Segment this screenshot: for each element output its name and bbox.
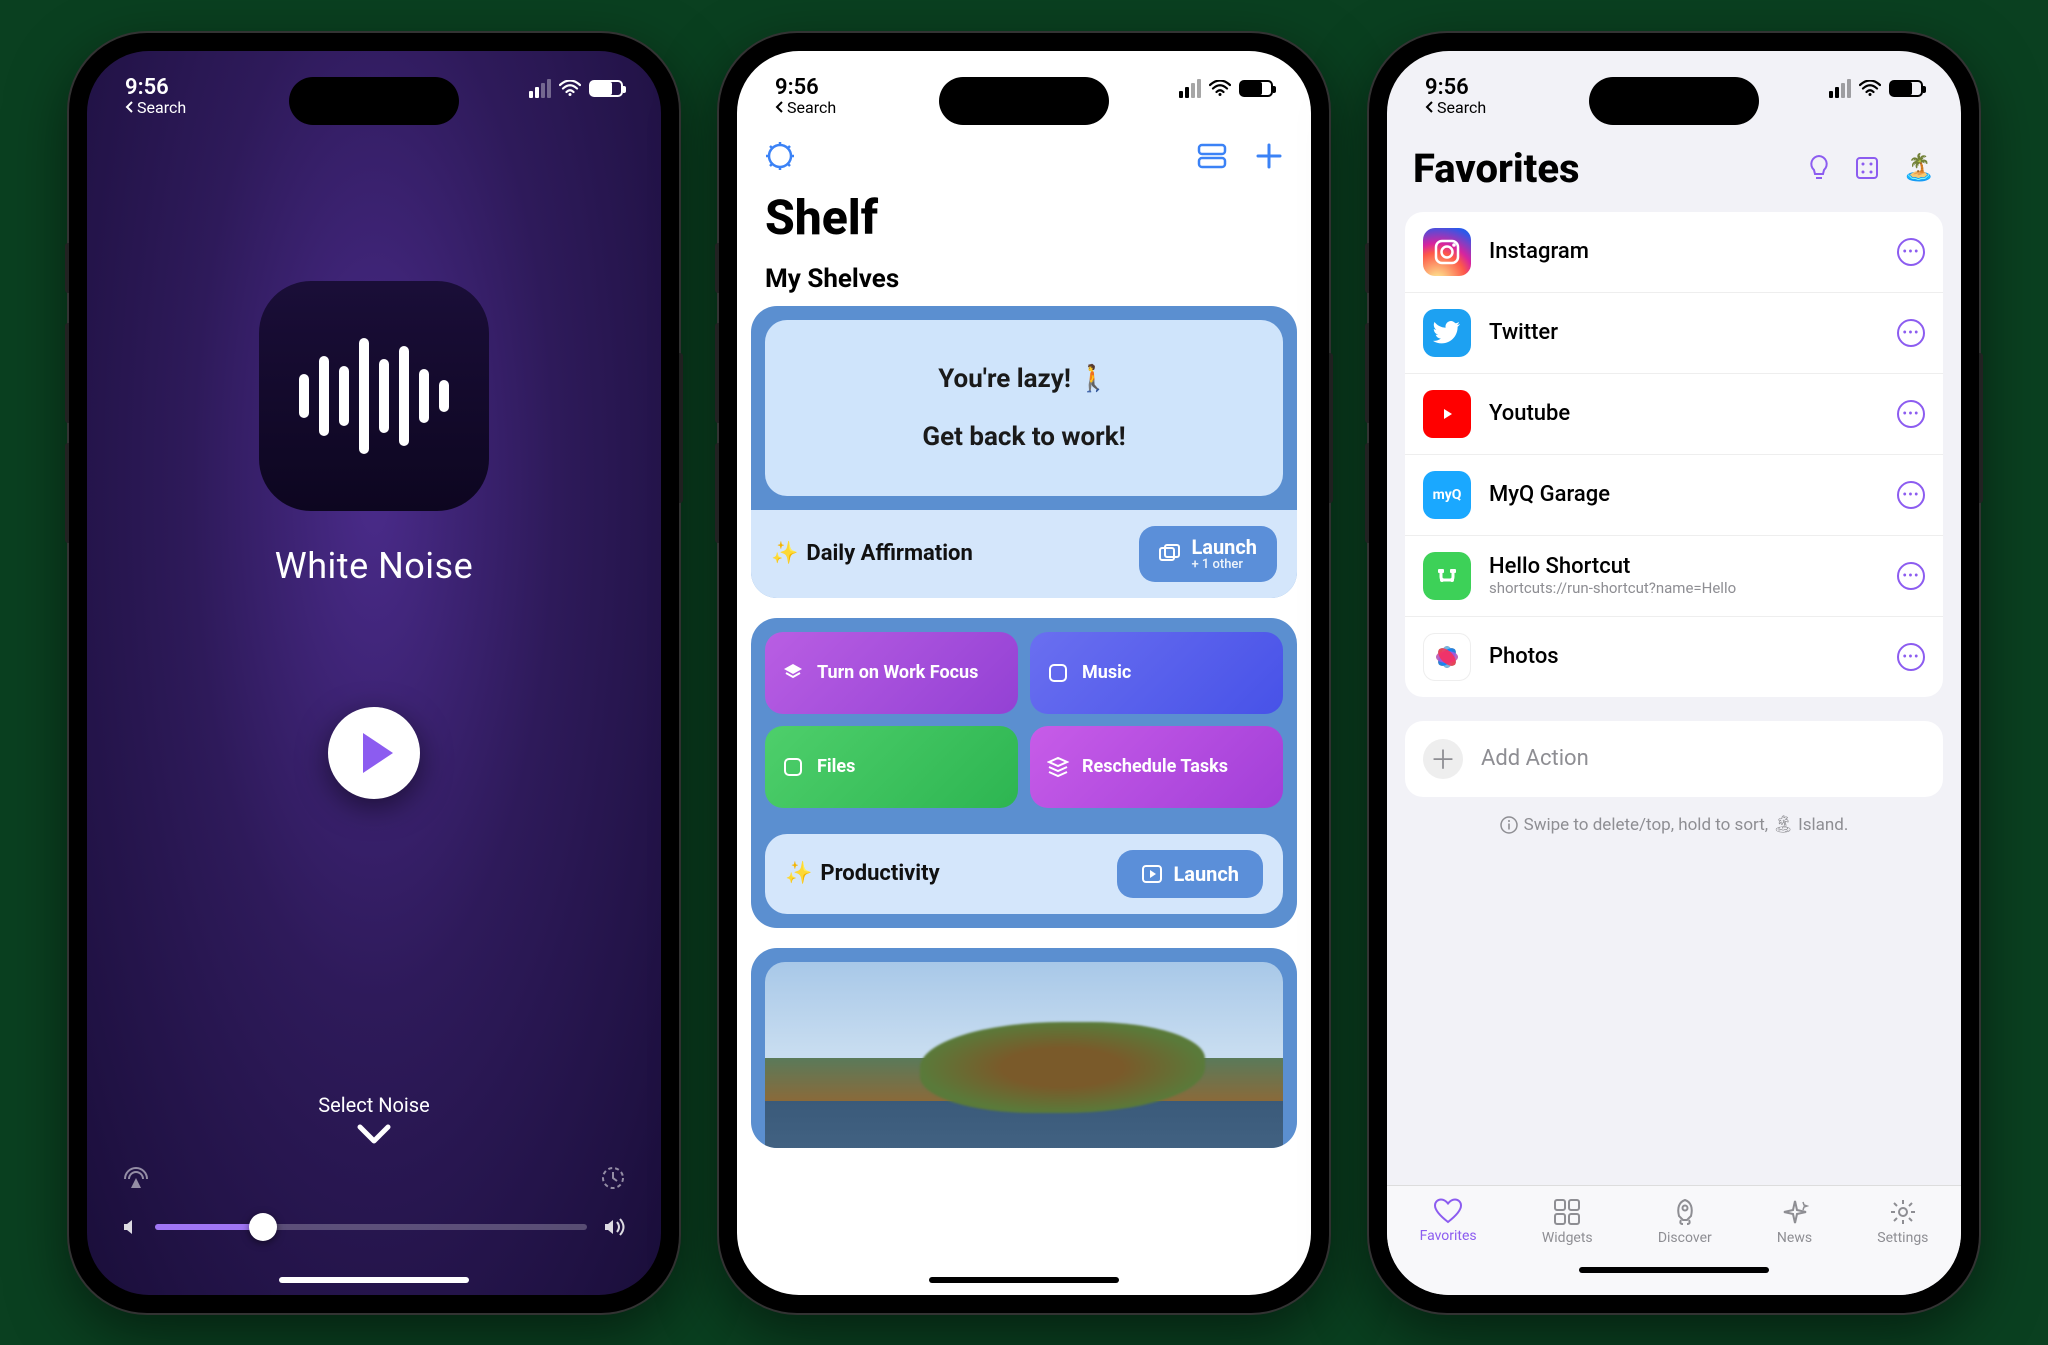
bulb-icon[interactable] bbox=[1807, 154, 1831, 182]
heart-icon bbox=[1433, 1198, 1463, 1224]
landscape-photo bbox=[765, 962, 1283, 1148]
tile-work-focus[interactable]: Turn on Work Focus bbox=[765, 632, 1018, 714]
signal-icon bbox=[1829, 79, 1851, 98]
more-icon[interactable]: ••• bbox=[1897, 562, 1925, 590]
sparkle-icon bbox=[1781, 1198, 1809, 1226]
back-search[interactable]: Search bbox=[1425, 98, 1486, 117]
home-indicator[interactable] bbox=[929, 1277, 1119, 1283]
play-square-icon bbox=[1141, 864, 1163, 884]
wifi-icon bbox=[1859, 80, 1881, 96]
island-icon[interactable]: 🏝️ bbox=[1903, 153, 1935, 183]
add-icon[interactable] bbox=[1255, 142, 1283, 170]
page-title: Favorites bbox=[1413, 145, 1580, 192]
tab-discover[interactable]: Discover bbox=[1658, 1198, 1712, 1246]
more-icon[interactable]: ••• bbox=[1897, 643, 1925, 671]
gear-icon bbox=[1889, 1198, 1917, 1226]
shelf-name: Productivity bbox=[820, 861, 939, 886]
stack-icon bbox=[1046, 755, 1070, 779]
launch-icon bbox=[1159, 544, 1181, 564]
settings-icon[interactable] bbox=[765, 141, 795, 171]
more-icon[interactable]: ••• bbox=[1897, 319, 1925, 347]
section-title: My Shelves bbox=[737, 250, 1311, 306]
more-icon[interactable]: ••• bbox=[1897, 400, 1925, 428]
hint-text: Swipe to delete/top, hold to sort, 🏝 Isl… bbox=[1387, 815, 1961, 835]
signal-icon bbox=[529, 79, 551, 98]
favorite-row[interactable]: Instagram ••• bbox=[1405, 212, 1943, 293]
shortcut-icon bbox=[1423, 552, 1471, 600]
sparkle-icon: ✨ bbox=[771, 541, 798, 566]
tab-widgets[interactable]: Widgets bbox=[1542, 1198, 1593, 1246]
status-time: 9:56 bbox=[775, 75, 819, 100]
shelf-productivity[interactable]: Turn on Work Focus Music Files Reschedul… bbox=[751, 618, 1297, 928]
chevron-down-icon[interactable] bbox=[356, 1123, 392, 1145]
rocket-icon bbox=[1671, 1198, 1699, 1226]
favorite-row[interactable]: Twitter ••• bbox=[1405, 293, 1943, 374]
plus-icon: ＋ bbox=[1423, 739, 1463, 779]
home-indicator[interactable] bbox=[1579, 1267, 1769, 1273]
tile-files[interactable]: Files bbox=[765, 726, 1018, 808]
play-icon bbox=[363, 733, 393, 773]
layout-icon[interactable] bbox=[1197, 143, 1227, 169]
widgets-icon bbox=[1553, 1198, 1581, 1226]
favorite-row[interactable]: Youtube ••• bbox=[1405, 374, 1943, 455]
square-icon bbox=[1046, 661, 1070, 685]
favorite-row[interactable]: myQ MyQ Garage ••• bbox=[1405, 455, 1943, 536]
wifi-icon bbox=[559, 80, 581, 96]
photos-icon bbox=[1423, 633, 1471, 681]
favorite-row[interactable]: Hello Shortcut shortcuts://run-shortcut?… bbox=[1405, 536, 1943, 617]
battery-icon bbox=[1889, 80, 1923, 97]
favorite-row[interactable]: Photos ••• bbox=[1405, 617, 1943, 697]
tab-settings[interactable]: Settings bbox=[1877, 1198, 1928, 1246]
add-action-button[interactable]: ＋ Add Action bbox=[1405, 721, 1943, 797]
launch-button[interactable]: Launch bbox=[1117, 850, 1263, 898]
volume-high-icon bbox=[603, 1217, 627, 1237]
more-icon[interactable]: ••• bbox=[1897, 238, 1925, 266]
tile-music[interactable]: Music bbox=[1030, 632, 1283, 714]
app-title: Shelf bbox=[737, 171, 1311, 250]
sparkle-icon: ✨ bbox=[785, 861, 812, 886]
white-noise-icon bbox=[259, 281, 489, 511]
battery-icon bbox=[589, 80, 623, 97]
back-search[interactable]: Search bbox=[125, 98, 186, 117]
home-indicator[interactable] bbox=[279, 1277, 469, 1283]
wifi-icon bbox=[1209, 80, 1231, 96]
status-time: 9:56 bbox=[1425, 75, 1469, 100]
grid-icon[interactable] bbox=[1855, 156, 1879, 180]
volume-slider[interactable] bbox=[121, 1217, 626, 1237]
affirmation-widget: You're lazy! 🚶 Get back to work! bbox=[765, 320, 1283, 496]
airplay-icon[interactable] bbox=[121, 1164, 151, 1190]
shelf-daily-affirmation[interactable]: You're lazy! 🚶 Get back to work! ✨ Daily … bbox=[751, 306, 1297, 598]
shelf-photo[interactable] bbox=[751, 948, 1297, 1148]
timer-icon[interactable] bbox=[599, 1163, 627, 1191]
tab-news[interactable]: News bbox=[1777, 1198, 1812, 1246]
launch-button[interactable]: Launch + 1 other bbox=[1139, 526, 1277, 582]
volume-low-icon bbox=[121, 1218, 139, 1236]
select-noise-label: Select Noise bbox=[318, 1093, 429, 1117]
more-icon[interactable]: ••• bbox=[1897, 481, 1925, 509]
instagram-icon bbox=[1423, 228, 1471, 276]
twitter-icon bbox=[1423, 309, 1471, 357]
focus-icon bbox=[781, 661, 805, 685]
shelf-name: Daily Affirmation bbox=[806, 541, 972, 566]
play-button[interactable] bbox=[328, 707, 420, 799]
square-icon bbox=[781, 755, 805, 779]
youtube-icon bbox=[1423, 390, 1471, 438]
battery-icon bbox=[1239, 80, 1273, 97]
tile-reschedule[interactable]: Reschedule Tasks bbox=[1030, 726, 1283, 808]
status-time: 9:56 bbox=[125, 75, 169, 100]
favorites-list: Instagram ••• Twitter ••• Youtube ••• my… bbox=[1405, 212, 1943, 697]
back-search[interactable]: Search bbox=[775, 98, 836, 117]
app-title: White Noise bbox=[275, 545, 473, 587]
tab-favorites[interactable]: Favorites bbox=[1420, 1198, 1477, 1244]
signal-icon bbox=[1179, 79, 1201, 98]
myq-icon: myQ bbox=[1423, 471, 1471, 519]
